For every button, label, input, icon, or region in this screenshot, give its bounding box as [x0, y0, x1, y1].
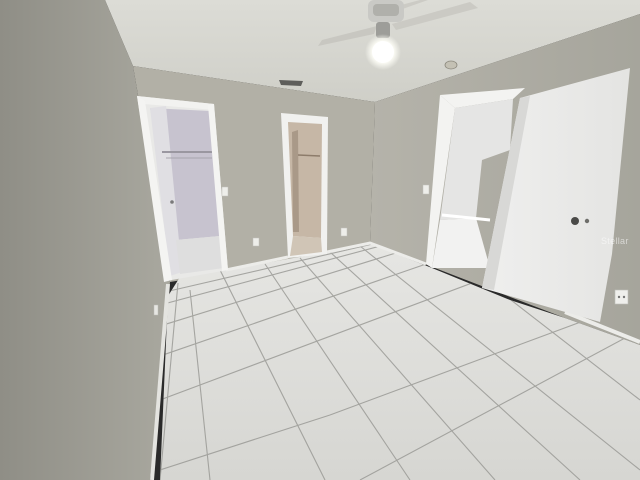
light-switch-right: [422, 184, 430, 195]
outlet-back: [252, 237, 260, 247]
door-knob: [571, 217, 579, 225]
room-photo: Stellar: [0, 0, 640, 480]
room-illustration: [0, 0, 640, 480]
outlet-right: [614, 289, 629, 305]
smoke-detector: [444, 60, 458, 70]
light-switch-back: [221, 186, 229, 197]
outlet-center: [340, 227, 348, 237]
door-lock: [584, 218, 590, 224]
closet-doorway-center: [281, 113, 328, 258]
photo-watermark: Stellar: [601, 236, 629, 246]
outlet-left: [153, 304, 159, 316]
